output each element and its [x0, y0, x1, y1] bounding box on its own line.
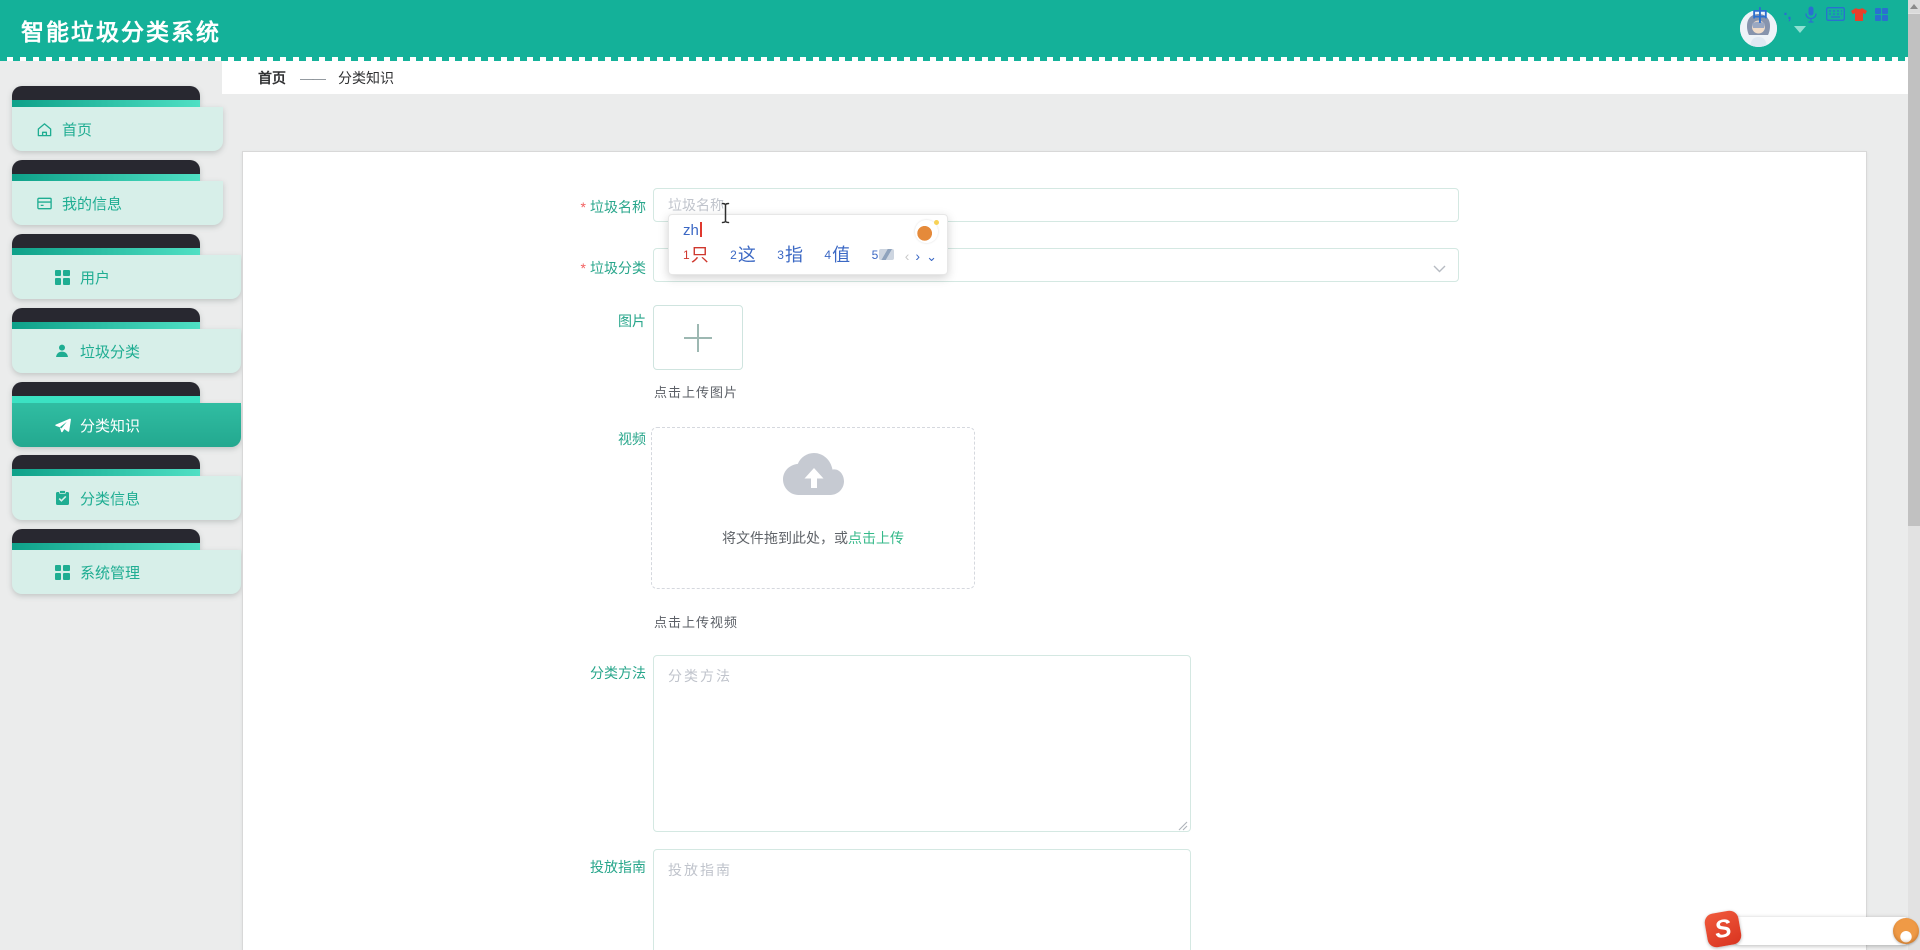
plus-icon [683, 322, 713, 353]
chevron-down-icon [1433, 260, 1446, 278]
clipboard-check-icon [53, 489, 71, 507]
microphone-icon[interactable] [1801, 0, 1821, 28]
sidebar-item-label: 分类信息 [80, 490, 141, 508]
method-textarea[interactable] [653, 655, 1191, 832]
grid-icon [53, 268, 71, 286]
required-mark: * [580, 260, 586, 276]
home-icon [35, 120, 53, 138]
field-label-image: 图片 [618, 313, 646, 329]
breadcrumb: 首页 —— 分类知识 [222, 61, 1908, 94]
video-dropzone[interactable]: 将文件拖到此处，或点击上传 [651, 427, 975, 589]
sidebar-item-label: 用户 [80, 269, 111, 287]
scrollbar-up-arrow[interactable] [1908, 0, 1920, 13]
ime-candidate[interactable]: 4值 [824, 241, 850, 267]
field-label-guide: 投放指南 [590, 859, 646, 875]
breadcrumb-separator: —— [300, 69, 326, 86]
sidebar-item-label: 垃圾分类 [80, 343, 141, 361]
ime-language-mode-button[interactable]: 中 [1749, 0, 1771, 28]
field-label-garbage-name: * 垃圾名称 [580, 199, 646, 215]
user-icon [53, 342, 71, 360]
sidebar-card-topbar [12, 529, 200, 543]
field-label-video: 视频 [618, 431, 646, 447]
ime-punctuation-button[interactable]: ·, [1777, 0, 1797, 28]
page-scrollbar[interactable] [1908, 0, 1920, 950]
skin-tshirt-icon[interactable] [1849, 0, 1869, 28]
image-upload-hint: 点击上传图片 [654, 385, 739, 400]
sidebar-item-my-info[interactable]: 我的信息 [12, 160, 223, 225]
sidebar-item-home[interactable]: 首页 [12, 86, 223, 151]
sidebar-card-stripe [12, 248, 200, 255]
sidebar-item-label: 分类知识 [80, 417, 141, 435]
image-upload-box[interactable] [653, 305, 743, 370]
sidebar-card-topbar [12, 234, 200, 248]
grid-icon [53, 563, 71, 581]
form-card: *垃圾名称 *垃圾分类 图片 点击上传图片 视频 [242, 151, 1867, 950]
scrollbar-thumb[interactable] [1908, 14, 1920, 526]
ime-candidate[interactable]: 2这 [730, 241, 756, 267]
sidebar-card-stripe [12, 322, 200, 329]
sidebar-item-category-info[interactable]: 分类信息 [12, 455, 241, 520]
id-card-icon [35, 194, 53, 212]
sidebar-item-category-knowledge[interactable]: 分类知识 [12, 382, 241, 447]
ime-text-caret [699, 222, 702, 237]
ime-candidate[interactable]: 5 [872, 248, 895, 266]
app-title: 智能垃圾分类系统 [21, 19, 221, 45]
sogou-mascot-icon[interactable] [915, 220, 939, 243]
ime-toolbar [1735, 917, 1908, 945]
ime-expand-icon[interactable]: ⌄ [926, 249, 937, 264]
sidebar-item-label: 首页 [62, 121, 93, 139]
sidebar-card-stripe [12, 469, 200, 476]
field-label-method: 分类方法 [590, 665, 646, 681]
app-header: 智能垃圾分类系统 [0, 0, 1908, 57]
ime-sticker-icon [879, 249, 895, 260]
ime-candidate[interactable]: 1只 [683, 241, 709, 267]
ime-prev-page-icon[interactable]: ‹ [905, 248, 910, 264]
sogou-logo-icon[interactable]: S [1703, 909, 1743, 949]
upload-cloud-icon [780, 450, 846, 503]
sidebar-item-users[interactable]: 用户 [12, 234, 241, 299]
sidebar-card-stripe [12, 396, 200, 403]
sogou-mascot-icon[interactable] [1893, 918, 1919, 944]
ime-candidate[interactable]: 3指 [777, 241, 803, 267]
sidebar-item-label: 我的信息 [62, 195, 123, 213]
video-upload-hint: 点击上传视频 [654, 615, 739, 630]
field-label-garbage-category: * 垃圾分类 [580, 260, 646, 276]
sidebar-card-stripe [12, 543, 200, 550]
ime-next-page-icon[interactable]: › [915, 248, 920, 264]
ime-candidate-popup: zh 1只 2这 3指 4值 5 ‹ › ⌄ [668, 214, 948, 275]
sidebar-card-topbar [12, 308, 200, 322]
sidebar-card-topbar [12, 160, 200, 174]
required-mark: * [580, 199, 586, 215]
dropzone-upload-link[interactable]: 点击上传 [848, 530, 904, 546]
ime-pagination: ‹ › ⌄ [905, 248, 937, 265]
paper-plane-icon [53, 416, 71, 434]
sidebar-card-stripe [12, 174, 200, 181]
keyboard-icon[interactable] [1824, 0, 1846, 28]
app-root: 智能垃圾分类系统 首页 —— 分类知识 首页 我的信息 用户 垃圾分类 分类知识… [0, 0, 1920, 950]
sidebar-item-garbage-category[interactable]: 垃圾分类 [12, 308, 241, 373]
sidebar-card-stripe [12, 100, 200, 107]
breadcrumb-home-link[interactable]: 首页 [258, 68, 286, 88]
sidebar-card-topbar [12, 455, 200, 469]
sidebar-card-topbar [12, 86, 200, 100]
breadcrumb-current: 分类知识 [338, 69, 394, 86]
ime-composition: zh [683, 222, 702, 239]
sidebar-item-system-management[interactable]: 系统管理 [12, 529, 241, 594]
ime-candidate-list: 1只 2这 3指 4值 5 [683, 241, 895, 267]
sidebar-card-topbar [12, 382, 200, 396]
dropzone-text: 将文件拖到此处，或点击上传 [722, 530, 904, 546]
ime-menu-grid-icon[interactable] [1872, 0, 1890, 28]
guide-textarea[interactable] [653, 849, 1191, 950]
sidebar-item-label: 系统管理 [80, 564, 141, 582]
